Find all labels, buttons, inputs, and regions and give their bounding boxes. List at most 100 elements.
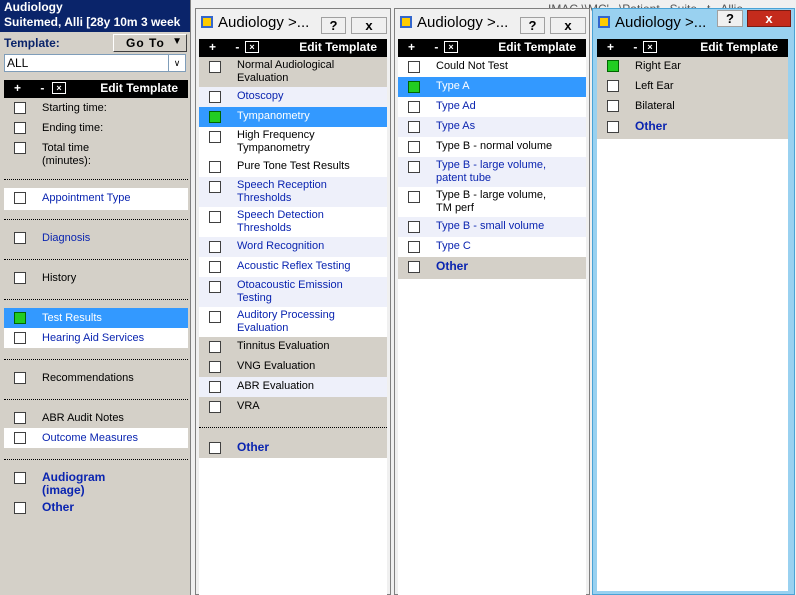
item-checkbox[interactable] — [209, 241, 221, 253]
list-item[interactable]: History — [4, 268, 188, 290]
item-checkbox[interactable] — [408, 191, 420, 203]
list-item[interactable]: Other — [597, 117, 788, 139]
list-item[interactable]: Left Ear — [597, 77, 788, 97]
item-checkbox[interactable] — [607, 121, 619, 133]
item-checkbox[interactable] — [14, 192, 26, 204]
list-item[interactable]: Type B - small volume — [398, 217, 586, 237]
item-checkbox[interactable] — [14, 502, 26, 514]
item-checkbox[interactable] — [209, 131, 221, 143]
plus-minus-buttons[interactable]: + - — [14, 81, 52, 95]
item-checkbox[interactable] — [14, 102, 26, 114]
list-item[interactable]: Type B - large volume, patent tube — [398, 157, 586, 187]
list-item[interactable]: Type B - normal volume — [398, 137, 586, 157]
list-item[interactable]: Could Not Test — [398, 57, 586, 77]
item-checkbox[interactable] — [408, 161, 420, 173]
list-item[interactable]: VNG Evaluation — [199, 357, 387, 377]
edit-template-button[interactable]: Edit Template — [498, 40, 576, 54]
list-item[interactable]: ABR Evaluation — [199, 377, 387, 397]
list-item[interactable]: Other — [4, 498, 188, 518]
list-item[interactable]: Ending time: — [4, 118, 188, 138]
plus-minus-buttons[interactable]: + - — [607, 40, 645, 54]
delete-icon[interactable]: × — [643, 41, 657, 53]
item-checkbox[interactable] — [14, 372, 26, 384]
list-item[interactable]: Acoustic Reflex Testing — [199, 257, 387, 277]
edit-template-button[interactable]: Edit Template — [700, 40, 778, 54]
list-item[interactable]: Other — [199, 437, 387, 458]
help-button[interactable]: ? — [520, 17, 545, 34]
item-checkbox[interactable] — [408, 121, 420, 133]
list-item[interactable]: VRA — [199, 397, 387, 417]
close-button[interactable]: x — [747, 10, 791, 27]
item-checkbox[interactable] — [14, 232, 26, 244]
delete-icon[interactable]: × — [444, 41, 458, 53]
list-item[interactable]: Test Results — [4, 308, 188, 328]
list-item[interactable]: ABR Audit Notes — [4, 408, 188, 428]
item-checkbox[interactable] — [607, 60, 619, 72]
list-item[interactable]: Otoscopy — [199, 87, 387, 107]
plus-minus-buttons[interactable]: + - — [209, 40, 247, 54]
edit-template-button[interactable]: Edit Template — [299, 40, 377, 54]
window2-titlebar[interactable]: Audiology >... ? x — [395, 9, 589, 35]
window1-titlebar[interactable]: Audiology >... ? x — [196, 9, 390, 35]
chevron-down-icon[interactable]: ∨ — [168, 55, 185, 71]
item-checkbox[interactable] — [14, 272, 26, 284]
item-checkbox[interactable] — [209, 361, 221, 373]
item-checkbox[interactable] — [209, 311, 221, 323]
item-checkbox[interactable] — [14, 122, 26, 134]
list-item[interactable]: Word Recognition — [199, 237, 387, 257]
close-button[interactable]: x — [550, 17, 586, 34]
item-checkbox[interactable] — [209, 211, 221, 223]
go-to-button[interactable]: Go To ▼ — [113, 34, 187, 52]
item-checkbox[interactable] — [14, 432, 26, 444]
delete-icon[interactable]: × — [245, 41, 259, 53]
list-item[interactable]: Diagnosis — [4, 228, 188, 250]
list-item[interactable]: Type A — [398, 77, 586, 97]
list-item[interactable]: Pure Tone Test Results — [199, 157, 387, 177]
item-checkbox[interactable] — [408, 221, 420, 233]
item-checkbox[interactable] — [408, 241, 420, 253]
item-checkbox[interactable] — [209, 161, 221, 173]
list-item[interactable]: Audiogram (image) — [4, 468, 188, 498]
list-item[interactable]: Type B - large volume, TM perf — [398, 187, 586, 217]
item-checkbox[interactable] — [209, 261, 221, 273]
list-item[interactable]: Type C — [398, 237, 586, 257]
list-item[interactable]: Right Ear — [597, 57, 788, 77]
item-checkbox[interactable] — [14, 472, 26, 484]
list-item[interactable]: Appointment Type — [4, 188, 188, 210]
list-item[interactable]: Speech Reception Thresholds — [199, 177, 387, 207]
list-item[interactable]: High Frequency Tympanometry — [199, 127, 387, 157]
item-checkbox[interactable] — [209, 61, 221, 73]
item-checkbox[interactable] — [408, 81, 420, 93]
item-checkbox[interactable] — [209, 281, 221, 293]
template-select[interactable]: ALL ∨ — [4, 54, 186, 72]
item-checkbox[interactable] — [408, 61, 420, 73]
item-checkbox[interactable] — [408, 141, 420, 153]
list-item[interactable]: Tympanometry — [199, 107, 387, 127]
help-button[interactable]: ? — [321, 17, 346, 34]
list-item[interactable]: Starting time: — [4, 98, 188, 118]
list-item[interactable]: Bilateral — [597, 97, 788, 117]
item-checkbox[interactable] — [209, 442, 221, 454]
item-checkbox[interactable] — [209, 381, 221, 393]
item-checkbox[interactable] — [209, 111, 221, 123]
item-checkbox[interactable] — [408, 261, 420, 273]
item-checkbox[interactable] — [14, 412, 26, 424]
item-checkbox[interactable] — [607, 100, 619, 112]
list-item[interactable]: Auditory Processing Evaluation — [199, 307, 387, 337]
item-checkbox[interactable] — [607, 80, 619, 92]
list-item[interactable]: Type Ad — [398, 97, 586, 117]
list-item[interactable]: Speech Detection Thresholds — [199, 207, 387, 237]
list-item[interactable]: Normal Audiological Evaluation — [199, 57, 387, 87]
delete-icon[interactable]: × — [52, 82, 66, 94]
window3-titlebar[interactable]: Audiology >... ? x — [593, 9, 794, 35]
list-item[interactable]: Type As — [398, 117, 586, 137]
list-item[interactable]: Total time (minutes): — [4, 138, 188, 168]
item-checkbox[interactable] — [14, 312, 26, 324]
item-checkbox[interactable] — [408, 101, 420, 113]
item-checkbox[interactable] — [209, 401, 221, 413]
list-item[interactable]: Hearing Aid Services — [4, 328, 188, 348]
list-item[interactable]: Recommendations — [4, 368, 188, 390]
list-item[interactable]: Outcome Measures — [4, 428, 188, 448]
list-item[interactable]: Other — [398, 257, 586, 279]
item-checkbox[interactable] — [14, 332, 26, 344]
